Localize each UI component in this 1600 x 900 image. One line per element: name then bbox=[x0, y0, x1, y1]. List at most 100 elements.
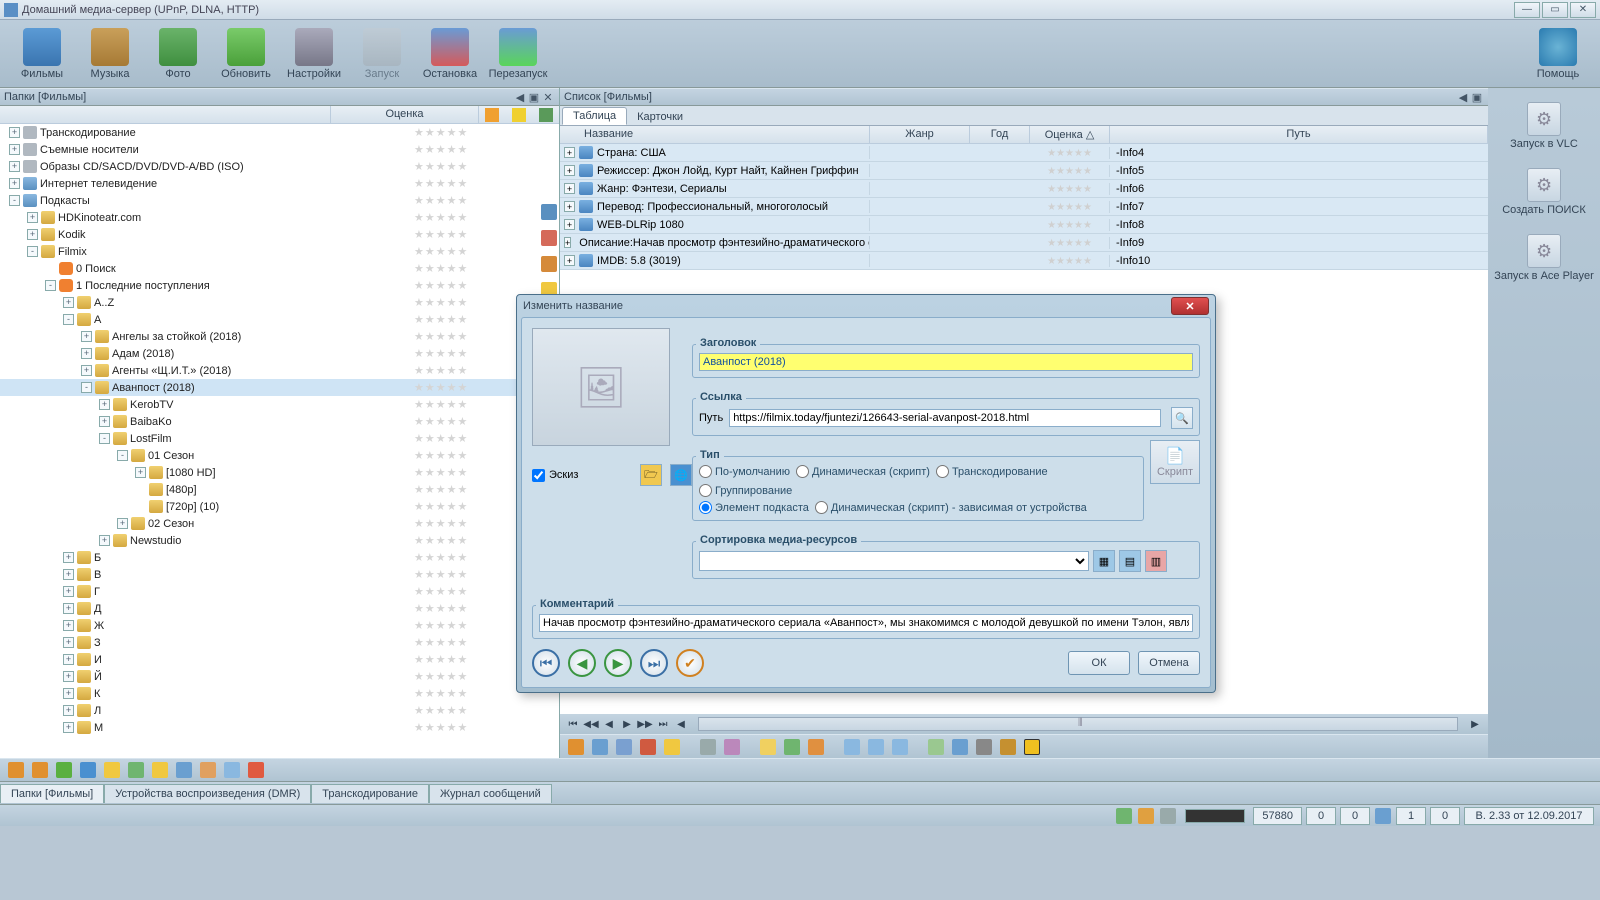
lb-icon-4[interactable] bbox=[104, 762, 120, 778]
photo-button[interactable]: Фото bbox=[144, 22, 212, 86]
radio-podcast[interactable]: Элемент подкаста bbox=[699, 501, 809, 514]
flag-icon[interactable] bbox=[539, 108, 553, 122]
rating-stars[interactable] bbox=[414, 245, 559, 258]
filter-icon[interactable] bbox=[485, 108, 499, 122]
films-button[interactable]: Фильмы bbox=[8, 22, 76, 86]
rating-stars[interactable] bbox=[414, 704, 559, 717]
tree-row[interactable]: [720p] (10) bbox=[0, 498, 559, 515]
tree-row[interactable]: +Newstudio bbox=[0, 532, 559, 549]
thumb-browse-button[interactable]: 🗁 bbox=[640, 464, 662, 486]
lb-icon-3[interactable] bbox=[80, 762, 96, 778]
action-ace[interactable]: Запуск в Ace Player bbox=[1494, 228, 1594, 288]
tree-row[interactable]: +Г bbox=[0, 583, 559, 600]
tree-row[interactable]: -А bbox=[0, 311, 559, 328]
expand-icon[interactable]: - bbox=[45, 280, 56, 291]
row-expand-icon[interactable]: + bbox=[564, 183, 575, 194]
tree-row[interactable]: -Подкасты bbox=[0, 192, 559, 209]
tree-row[interactable]: +[1080 HD] bbox=[0, 464, 559, 481]
rating-stars[interactable] bbox=[414, 126, 559, 139]
list-pin-icon[interactable]: ▣ bbox=[1470, 90, 1484, 104]
panel-left-icon[interactable]: ◀ bbox=[513, 90, 527, 104]
nav-left-icon[interactable]: ◀ bbox=[672, 716, 690, 732]
col-name[interactable]: Название bbox=[560, 126, 870, 143]
btab-devices[interactable]: Устройства воспроизведения (DMR) bbox=[104, 784, 311, 803]
expand-icon[interactable]: - bbox=[117, 450, 128, 461]
sort-select[interactable] bbox=[699, 551, 1089, 571]
path-browse-button[interactable]: 🔍 bbox=[1171, 407, 1193, 429]
radio-transcode[interactable]: Транскодирование bbox=[936, 465, 1048, 478]
bt-icon-12[interactable] bbox=[892, 739, 908, 755]
rating-stars[interactable] bbox=[414, 177, 559, 190]
tree-row[interactable]: -Filmix bbox=[0, 243, 559, 260]
lb-icon-9[interactable] bbox=[248, 762, 264, 778]
row-rating[interactable] bbox=[1030, 183, 1110, 195]
tree-row[interactable]: -1 Последние поступления bbox=[0, 277, 559, 294]
col-rating[interactable]: Оценка △ bbox=[1030, 126, 1110, 143]
action-create-search[interactable]: Создать ПОИСК bbox=[1494, 162, 1594, 222]
expand-icon[interactable]: + bbox=[9, 161, 20, 172]
tree-row[interactable]: +И bbox=[0, 651, 559, 668]
minimize-button[interactable]: — bbox=[1514, 2, 1540, 18]
row-expand-icon[interactable]: + bbox=[564, 237, 571, 248]
tree-row[interactable]: +Л bbox=[0, 702, 559, 719]
lb-icon-7[interactable] bbox=[200, 762, 216, 778]
comment-input[interactable] bbox=[539, 614, 1193, 632]
rating-stars[interactable] bbox=[414, 160, 559, 173]
row-rating[interactable] bbox=[1030, 147, 1110, 159]
tree-row[interactable]: +A..Z bbox=[0, 294, 559, 311]
tab-cards[interactable]: Карточки bbox=[627, 109, 693, 125]
expand-icon[interactable]: + bbox=[135, 467, 146, 478]
ok-button[interactable]: ОК bbox=[1068, 651, 1130, 675]
tree-row[interactable]: +Транскодирование bbox=[0, 124, 559, 141]
expand-icon[interactable]: - bbox=[63, 314, 74, 325]
lb-icon-2[interactable] bbox=[32, 762, 48, 778]
music-button[interactable]: Музыка bbox=[76, 22, 144, 86]
radio-group[interactable]: Группирование bbox=[699, 484, 792, 497]
tree-row[interactable]: +К bbox=[0, 685, 559, 702]
sort-btn-3[interactable]: ▥ bbox=[1145, 550, 1167, 572]
lb-icon-5[interactable] bbox=[128, 762, 144, 778]
bt-icon-14[interactable] bbox=[976, 739, 992, 755]
tree-row[interactable]: +М bbox=[0, 719, 559, 736]
bt-icon-2[interactable] bbox=[592, 739, 608, 755]
cancel-button[interactable]: Отмена bbox=[1138, 651, 1200, 675]
expand-icon[interactable]: + bbox=[63, 722, 74, 733]
expand-icon[interactable]: + bbox=[63, 637, 74, 648]
nav-last-icon[interactable]: ⏭ bbox=[654, 716, 672, 732]
sb-search-icon[interactable] bbox=[1375, 808, 1391, 824]
dlg-nav-next-button[interactable]: ▶ bbox=[604, 649, 632, 677]
expand-icon[interactable]: + bbox=[81, 331, 92, 342]
tree-row[interactable]: +Й bbox=[0, 668, 559, 685]
nav-next-icon[interactable]: ▶ bbox=[618, 716, 636, 732]
expand-icon[interactable]: + bbox=[99, 535, 110, 546]
btab-folders[interactable]: Папки [Фильмы] bbox=[0, 784, 104, 803]
tree-row[interactable]: [480p] bbox=[0, 481, 559, 498]
lb-icon-6[interactable] bbox=[152, 762, 168, 778]
row-expand-icon[interactable]: + bbox=[564, 255, 575, 266]
grid-row[interactable]: +Описание:Начав просмотр фэнтезийно-драм… bbox=[560, 234, 1488, 252]
expand-icon[interactable]: + bbox=[9, 178, 20, 189]
bt-icon-8[interactable] bbox=[760, 739, 776, 755]
tree-row[interactable]: +Б bbox=[0, 549, 559, 566]
col-year[interactable]: Год bbox=[970, 126, 1030, 143]
tree-row[interactable]: -01 Сезон bbox=[0, 447, 559, 464]
grid-row[interactable]: +WEB-DLRip 1080-Info8 bbox=[560, 216, 1488, 234]
dlg-nav-prev-button[interactable]: ◀ bbox=[568, 649, 596, 677]
sort-btn-2[interactable]: ▤ bbox=[1119, 550, 1141, 572]
panel-pin-icon[interactable]: ▣ bbox=[527, 90, 541, 104]
bt-delete-icon[interactable] bbox=[640, 739, 656, 755]
col-genre[interactable]: Жанр bbox=[870, 126, 970, 143]
expand-icon[interactable]: + bbox=[9, 127, 20, 138]
refresh-button[interactable]: Обновить bbox=[212, 22, 280, 86]
bt-sound-icon[interactable] bbox=[844, 739, 860, 755]
sb-icon-2[interactable] bbox=[1160, 808, 1176, 824]
tree-row[interactable]: +З bbox=[0, 634, 559, 651]
grid-row[interactable]: +Страна: США-Info4 bbox=[560, 144, 1488, 162]
bt-icon-3[interactable] bbox=[616, 739, 632, 755]
rating-stars[interactable] bbox=[414, 262, 559, 275]
grid-row[interactable]: +Перевод: Профессиональный, многоголосый… bbox=[560, 198, 1488, 216]
list-left-icon[interactable]: ◀ bbox=[1456, 90, 1470, 104]
expand-icon[interactable]: + bbox=[63, 654, 74, 665]
tree-row[interactable]: +BaibaKo bbox=[0, 413, 559, 430]
row-expand-icon[interactable]: + bbox=[564, 165, 575, 176]
